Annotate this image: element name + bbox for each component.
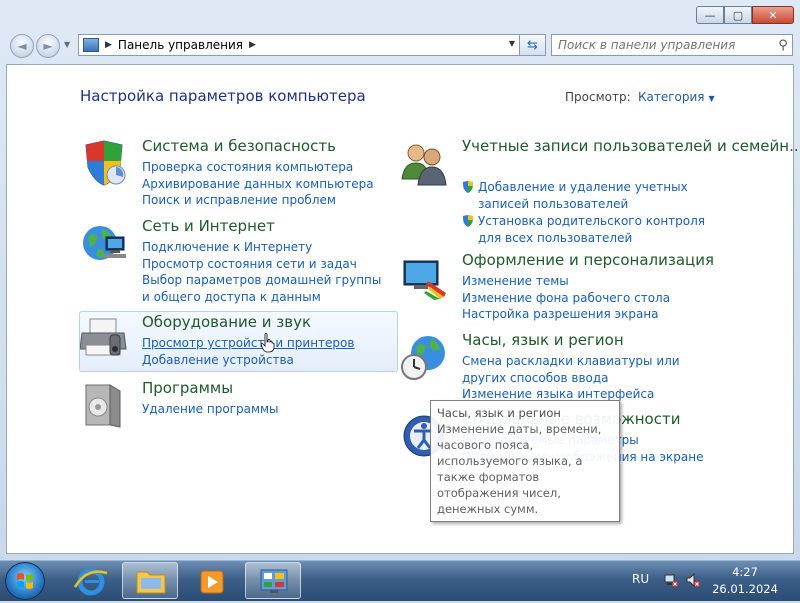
clock-globe-icon: [401, 336, 445, 380]
search-input[interactable]: [552, 37, 774, 53]
category-user-accounts: Учетные записи пользователей и семейн...…: [400, 137, 800, 249]
view-mode-value[interactable]: Категория: [638, 90, 705, 104]
network-icon[interactable]: [664, 573, 678, 587]
uac-shield-icon: [463, 215, 473, 228]
tooltip-body: Изменение даты, времени, часового пояса,…: [437, 422, 602, 516]
taskbar-internet-explorer[interactable]: [62, 562, 118, 599]
language-indicator[interactable]: RU: [632, 572, 649, 586]
link-backup[interactable]: Архивирование данных компьютера: [142, 176, 374, 193]
taskbar-explorer[interactable]: [122, 562, 178, 599]
printer-icon: [80, 318, 127, 356]
back-button[interactable]: ◄: [10, 34, 34, 58]
view-label: Просмотр:: [565, 90, 631, 104]
category-programs: Программы Удаление программы: [80, 379, 380, 434]
category-appearance: Оформление и персонализация Изменение те…: [400, 251, 714, 326]
globe-network-icon: [83, 226, 126, 260]
link-homegroup[interactable]: Выбор параметров домашней группы и общег…: [142, 272, 382, 305]
category-title[interactable]: Сеть и Интернет: [142, 217, 275, 235]
tooltip: Часы, язык и регион Изменение даты, врем…: [430, 400, 620, 522]
page-title: Настройка параметров компьютера: [80, 87, 366, 105]
category-network: Сеть и Интернет Подключение к Интернету …: [80, 217, 390, 305]
taskbar-media-player[interactable]: [183, 562, 239, 599]
category-title[interactable]: Система и безопасность: [142, 137, 336, 155]
control-panel-icon: [260, 569, 288, 593]
system-clock[interactable]: 4:27 26.01.2024: [700, 564, 790, 598]
category-title[interactable]: Оборудование и звук: [142, 313, 311, 331]
clock-time: 4:27: [732, 565, 758, 579]
start-button[interactable]: [5, 562, 45, 600]
link-parental-control[interactable]: Установка родительского контроля для все…: [462, 213, 712, 246]
internet-explorer-icon: [73, 568, 108, 596]
link-connect-internet[interactable]: Подключение к Интернету: [142, 239, 382, 256]
windows-logo-icon: [17, 573, 33, 589]
link-keyboard-layout[interactable]: Смена раскладки клавиатуры или других сп…: [462, 353, 702, 386]
link-add-remove-accounts[interactable]: Добавление и удаление учетных записей по…: [462, 179, 712, 212]
link-troubleshoot[interactable]: Поиск и исправление проблем: [142, 192, 374, 209]
link-text[interactable]: Добавление и удаление учетных записей по…: [478, 180, 688, 211]
view-mode-dropdown[interactable]: Категория ▼: [638, 90, 715, 104]
volume-muted-icon[interactable]: [686, 573, 700, 587]
control-panel-icon: [83, 38, 99, 52]
link-uninstall[interactable]: Удаление программы: [142, 401, 279, 418]
link-change-background[interactable]: Изменение фона рабочего стола: [462, 290, 670, 307]
maximize-button[interactable]: ▢: [724, 6, 752, 24]
link-devices-printers[interactable]: Просмотр устройств и принтеров: [142, 335, 354, 352]
link-check-status[interactable]: Проверка состояния компьютера: [142, 159, 374, 176]
chevron-down-icon[interactable]: ▼: [709, 94, 715, 103]
uac-shield-icon: [463, 181, 473, 193]
search-icon[interactable]: ⚲: [774, 38, 792, 53]
shield-icon: [85, 140, 126, 186]
minimize-button[interactable]: —: [696, 6, 724, 24]
recent-pages-dropdown[interactable]: ▼: [64, 40, 70, 49]
control-panel-window: — ▢ ✕ ◄ ► ▼ ▶ Панель управления ▶ ▼ ⇆ ⚲ …: [0, 0, 800, 560]
hand-cursor-icon: [261, 333, 275, 353]
taskbar-control-panel[interactable]: [245, 562, 301, 599]
breadcrumb-arrow-icon[interactable]: ▶: [249, 40, 256, 50]
media-player-icon: [200, 570, 224, 594]
category-title[interactable]: Программы: [142, 379, 233, 397]
programs-box-icon: [85, 384, 121, 428]
link-add-device[interactable]: Добавление устройства: [142, 352, 354, 369]
category-title[interactable]: Часы, язык и регион: [462, 331, 624, 349]
address-bar[interactable]: ▶ Панель управления ▶ ▼: [78, 34, 520, 56]
clock-date: 26.01.2024: [712, 582, 778, 596]
link-network-status[interactable]: Просмотр состояния сети и задач: [142, 256, 382, 273]
link-change-theme[interactable]: Изменение темы: [462, 273, 670, 290]
breadcrumb-control-panel[interactable]: Панель управления: [118, 38, 243, 52]
close-button[interactable]: ✕: [752, 6, 794, 24]
caption-buttons: — ▢ ✕: [696, 6, 794, 24]
link-screen-resolution[interactable]: Настройка разрешения экрана: [462, 306, 670, 323]
refresh-button[interactable]: ⇆: [520, 34, 546, 56]
link-text[interactable]: Установка родительского контроля для все…: [478, 214, 705, 245]
category-title[interactable]: Оформление и персонализация: [462, 251, 714, 269]
category-title[interactable]: Учетные записи пользователей и семейн...: [462, 137, 800, 155]
users-icon: [401, 144, 447, 186]
search-box[interactable]: ⚲: [551, 34, 793, 56]
content-area: Настройка параметров компьютера Просмотр…: [6, 64, 800, 554]
breadcrumb-arrow-icon[interactable]: ▶: [105, 40, 112, 50]
tooltip-title: Часы, язык и регион: [437, 406, 561, 420]
category-hardware-sound: Оборудование и звук Просмотр устройств и…: [80, 313, 390, 368]
display-paint-icon: [403, 260, 446, 300]
forward-button[interactable]: ►: [36, 34, 60, 58]
taskbar: RU 4:27 26.01.2024: [0, 560, 800, 601]
category-system-security: Система и безопасность Проверка состояни…: [80, 137, 380, 207]
navigation-bar: ◄ ► ▼ ▶ Панель управления ▶ ▼ ⇆ ⚲: [6, 32, 794, 60]
category-clock-language: Часы, язык и регион Смена раскладки клав…: [400, 331, 710, 401]
address-dropdown-icon[interactable]: ▼: [509, 39, 515, 48]
folder-icon: [136, 571, 166, 594]
